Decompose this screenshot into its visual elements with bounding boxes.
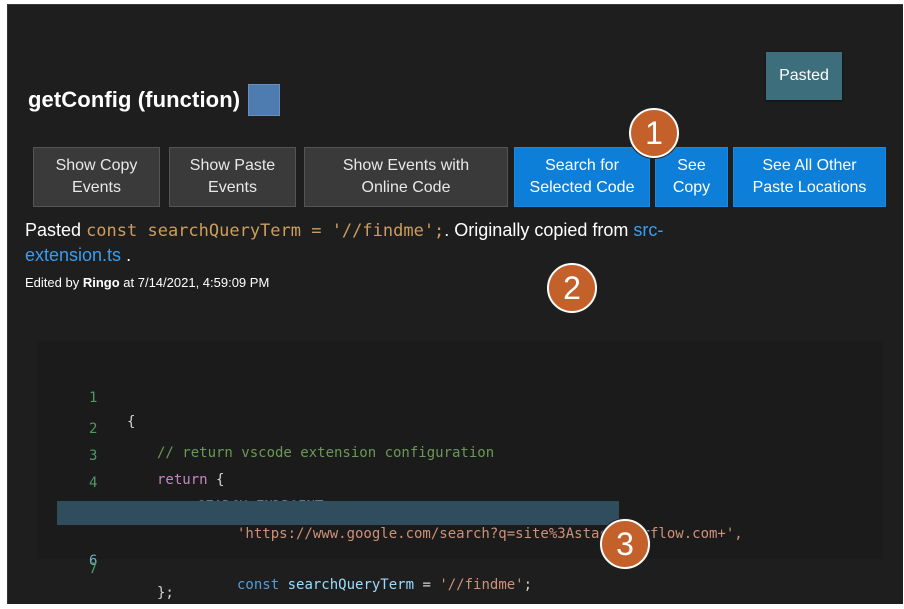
code-line: 3 return {: [37, 420, 883, 488]
search-selected-code-button[interactable]: Search for Selected Code: [514, 147, 650, 207]
color-swatch: [248, 84, 281, 116]
edited-at: at 7/14/2021, 4:59:09 PM: [123, 275, 270, 290]
see-all-paste-locations-button[interactable]: See All Other Paste Locations: [733, 147, 886, 207]
line-number: 7: [89, 561, 98, 577]
see-copy-button[interactable]: See Copy: [655, 147, 728, 207]
title-row: getConfig (function): [28, 84, 281, 116]
code-line: 5 'https://www.google.com/search?q=site%…: [37, 474, 883, 542]
callout-marker-2: 2: [547, 263, 597, 313]
show-paste-events-button[interactable]: Show Paste Events: [169, 147, 296, 207]
show-events-online-code-button[interactable]: Show Events with Online Code: [304, 147, 508, 207]
callout-marker-3: 3: [600, 519, 650, 569]
show-copy-events-button[interactable]: Show Copy Events: [33, 147, 160, 207]
see-all-paste-locations-label: See All Other Paste Locations: [752, 157, 867, 196]
edited-info: Edited by Ringo at 7/14/2021, 4:59:09 PM: [25, 275, 269, 290]
pasted-code: const searchQueryTerm = '//findme';: [86, 221, 445, 241]
code-text: };: [157, 585, 174, 601]
originally-copied-text: . Originally copied from: [444, 220, 629, 240]
source-link-part2: extension.ts: [25, 245, 122, 265]
trailing-period: .: [126, 245, 132, 265]
edited-by-user: Ringo: [82, 275, 120, 290]
code-line: 1 {: [37, 362, 883, 430]
code-line: 7 };: [37, 533, 883, 601]
paste-info: Pasted const searchQueryTerm = '//findme…: [25, 218, 815, 267]
search-selected-code-label: Search for Selected Code: [529, 157, 635, 196]
status-badge-label: Pasted: [779, 67, 829, 84]
code-viewer[interactable]: 1 { 2 // return vscode extension configu…: [37, 341, 883, 601]
show-copy-events-label: Show Copy Events: [55, 157, 138, 196]
show-events-online-code-label: Show Events with Online Code: [342, 157, 470, 196]
page-title: getConfig (function): [28, 87, 241, 112]
code-line: 4 SEARCH_ENDPOINT:: [37, 447, 883, 515]
code-line: 2 // return vscode extension configurati…: [37, 393, 883, 461]
source-link-part1: src-: [633, 220, 664, 240]
edited-by-prefix: Edited by: [25, 275, 80, 290]
selection-highlight: [57, 501, 619, 525]
status-badge: Pasted: [766, 52, 842, 100]
callout-marker-1: 1: [629, 108, 679, 158]
code-text: const searchQueryTerm = '//findme';: [237, 577, 533, 593]
show-paste-events-label: Show Paste Events: [189, 157, 276, 196]
code-line-highlighted: 6 const searchQueryTerm = '//findme';: [37, 501, 883, 593]
pasted-label: Pasted: [25, 220, 82, 240]
see-copy-label: See Copy: [672, 157, 711, 196]
